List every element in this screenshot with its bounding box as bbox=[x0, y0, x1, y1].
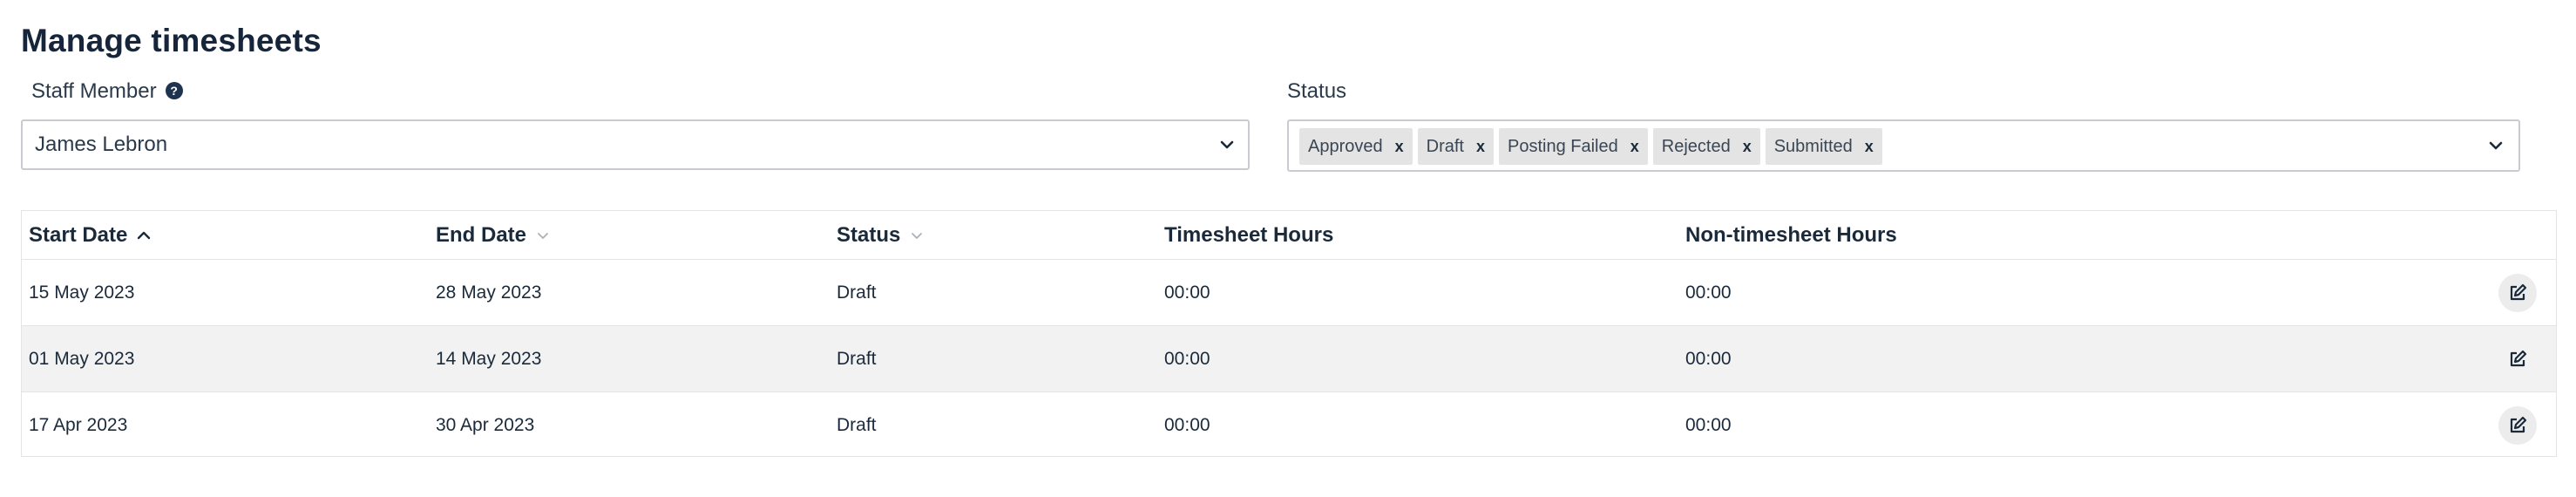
column-header-end-date[interactable]: End Date bbox=[436, 223, 551, 248]
column-header-label: Timesheet Hours bbox=[1164, 222, 1334, 247]
status-tag-draft: Draft x bbox=[1417, 128, 1494, 165]
remove-tag-posting-failed-button[interactable]: x bbox=[1630, 138, 1639, 156]
sort-ascending-icon bbox=[138, 231, 151, 239]
tag-label: Rejected bbox=[1661, 136, 1731, 156]
sort-chevron-down-icon bbox=[912, 232, 923, 239]
end-date-cell: 28 May 2023 bbox=[436, 282, 542, 303]
status-tag-submitted: Submitted x bbox=[1765, 128, 1882, 165]
timesheet-hours-cell: 00:00 bbox=[1164, 414, 1210, 435]
column-header-start-date[interactable]: Start Date bbox=[29, 223, 152, 248]
status-cell: Draft bbox=[837, 348, 877, 369]
manage-timesheets-page: Manage timesheets Staff Member? James Le… bbox=[0, 0, 2576, 497]
remove-tag-approved-button[interactable]: x bbox=[1395, 138, 1404, 156]
tag-label: Posting Failed bbox=[1508, 136, 1618, 156]
edit-timesheet-button[interactable] bbox=[2498, 340, 2537, 378]
tag-label: Draft bbox=[1426, 136, 1464, 156]
status-tag-list: Approved x Draft x Posting Failed x Reje… bbox=[1299, 128, 1882, 165]
timesheet-hours-cell: 00:00 bbox=[1164, 348, 1210, 369]
table-header: Start Date End Date Status Timesheet Hou… bbox=[22, 211, 2556, 260]
staff-member-value: James Lebron bbox=[35, 133, 168, 156]
column-header-non-timesheet-hours: Non-timesheet Hours bbox=[1685, 223, 1897, 248]
non-timesheet-hours-cell: 00:00 bbox=[1685, 282, 1732, 303]
staff-member-select[interactable]: James Lebron bbox=[21, 119, 1250, 170]
status-tag-posting-failed: Posting Failed x bbox=[1499, 128, 1648, 165]
end-date-cell: 30 Apr 2023 bbox=[436, 414, 535, 435]
sort-chevron-down-icon bbox=[538, 232, 548, 239]
status-cell: Draft bbox=[837, 414, 877, 435]
chevron-down-icon[interactable] bbox=[1217, 134, 1237, 155]
tag-label: Submitted bbox=[1773, 136, 1853, 156]
edit-icon bbox=[2510, 416, 2527, 432]
edit-timesheet-button[interactable] bbox=[2498, 405, 2537, 445]
status-cell: Draft bbox=[837, 282, 877, 303]
end-date-cell: 14 May 2023 bbox=[436, 348, 542, 369]
remove-tag-rejected-button[interactable]: x bbox=[1743, 138, 1752, 156]
timesheets-table: Start Date End Date Status Timesheet Hou… bbox=[21, 210, 2557, 457]
remove-tag-submitted-button[interactable]: x bbox=[1865, 138, 1874, 156]
column-header-label: End Date bbox=[436, 222, 527, 247]
column-header-label: Status bbox=[837, 222, 901, 247]
status-filter-label: Status bbox=[1287, 79, 1347, 103]
start-date-cell: 17 Apr 2023 bbox=[29, 414, 128, 435]
start-date-cell: 01 May 2023 bbox=[29, 348, 135, 369]
status-tag-approved: Approved x bbox=[1299, 128, 1413, 165]
edit-timesheet-button[interactable] bbox=[2498, 273, 2537, 312]
edit-icon bbox=[2510, 283, 2527, 300]
start-date-cell: 15 May 2023 bbox=[29, 282, 135, 303]
column-header-status[interactable]: Status bbox=[837, 223, 925, 248]
staff-member-label-text: Staff Member bbox=[31, 79, 157, 103]
chevron-down-icon[interactable] bbox=[2485, 135, 2506, 156]
question-circle-icon[interactable]: ? bbox=[165, 81, 183, 99]
staff-member-label: Staff Member? bbox=[31, 79, 183, 104]
timesheet-hours-cell: 00:00 bbox=[1164, 282, 1210, 303]
page-title: Manage timesheets bbox=[21, 23, 322, 58]
table-row[interactable]: 15 May 2023 28 May 2023 Draft 00:00 00:0… bbox=[22, 260, 2556, 326]
status-tag-rejected: Rejected x bbox=[1652, 128, 1760, 165]
table-row[interactable]: 01 May 2023 14 May 2023 Draft 00:00 00:0… bbox=[22, 326, 2556, 392]
remove-tag-draft-button[interactable]: x bbox=[1476, 138, 1485, 156]
status-multiselect[interactable]: Approved x Draft x Posting Failed x Reje… bbox=[1287, 119, 2520, 172]
edit-icon bbox=[2510, 350, 2527, 366]
tag-label: Approved bbox=[1308, 136, 1383, 156]
non-timesheet-hours-cell: 00:00 bbox=[1685, 414, 1732, 435]
non-timesheet-hours-cell: 00:00 bbox=[1685, 348, 1732, 369]
column-header-timesheet-hours: Timesheet Hours bbox=[1164, 223, 1333, 248]
column-header-label: Start Date bbox=[29, 222, 128, 247]
column-header-label: Non-timesheet Hours bbox=[1685, 222, 1897, 247]
table-row[interactable]: 17 Apr 2023 30 Apr 2023 Draft 00:00 00:0… bbox=[22, 392, 2556, 458]
